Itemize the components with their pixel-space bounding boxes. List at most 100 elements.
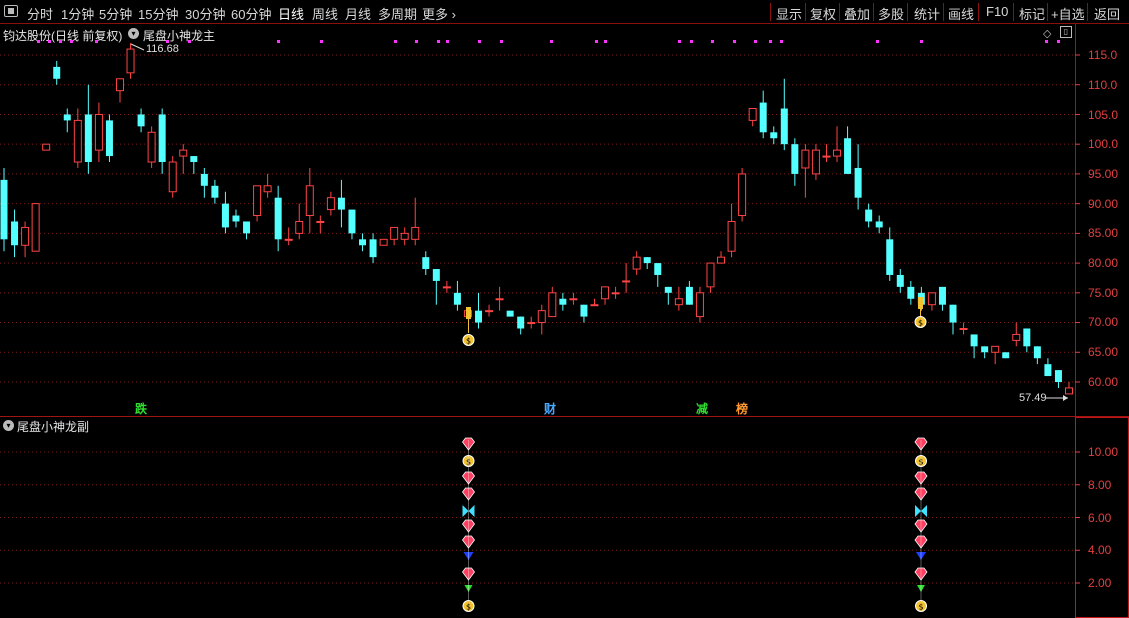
candle-body-up bbox=[326, 197, 335, 211]
signal-dot bbox=[690, 40, 693, 43]
signal-dot bbox=[780, 40, 783, 43]
signal-dot bbox=[500, 40, 503, 43]
candle-body-up bbox=[632, 256, 641, 270]
candle-body-down bbox=[780, 108, 788, 145]
candle-body-up bbox=[400, 232, 409, 240]
candle-body-down bbox=[369, 239, 377, 258]
candle-body-down bbox=[949, 304, 957, 323]
signal-bar bbox=[466, 307, 471, 319]
signal-dot bbox=[394, 40, 397, 43]
candle-body-down bbox=[1044, 364, 1052, 377]
candle-body-down bbox=[1002, 352, 1010, 359]
signal-dot bbox=[437, 40, 440, 43]
candle-body-down bbox=[432, 269, 440, 281]
candle-body-down bbox=[886, 239, 894, 275]
candle-body-up bbox=[727, 220, 736, 252]
candle-body-down bbox=[422, 257, 430, 270]
candle-body-up bbox=[295, 220, 304, 234]
candle-body-up bbox=[495, 298, 504, 301]
signal-dot bbox=[48, 40, 51, 43]
candle-body-down bbox=[654, 263, 662, 275]
signal-dot bbox=[769, 40, 772, 43]
candle-body-down bbox=[337, 197, 345, 210]
signal-dot bbox=[711, 40, 714, 43]
candle-body-down bbox=[970, 334, 978, 347]
low-arrow-head bbox=[1063, 395, 1068, 401]
candle-body-down bbox=[475, 310, 483, 323]
signal-dot bbox=[1057, 40, 1060, 43]
candle-body-down bbox=[938, 286, 946, 305]
candle-body-up bbox=[527, 322, 536, 325]
candle-body-down bbox=[896, 274, 904, 287]
candle-body-down bbox=[359, 239, 367, 246]
signal-bar bbox=[918, 297, 923, 309]
candle-body-up bbox=[73, 119, 82, 163]
candle-body-up bbox=[959, 327, 968, 330]
candle-body-down bbox=[1033, 346, 1041, 359]
candle-body-down bbox=[643, 257, 651, 264]
signal-dot bbox=[37, 40, 40, 43]
candle-body-down bbox=[84, 114, 92, 163]
candle-body-down bbox=[158, 114, 166, 163]
signal-dot bbox=[188, 40, 191, 43]
candle-body-up bbox=[115, 78, 124, 92]
candle-body-up bbox=[126, 48, 135, 74]
candle-body-up bbox=[537, 310, 546, 324]
signal-dot bbox=[1045, 40, 1048, 43]
candle-body-down bbox=[907, 286, 915, 299]
candle-body-up bbox=[811, 149, 820, 175]
candle-body-down bbox=[11, 221, 19, 246]
candle-body-up bbox=[305, 185, 314, 217]
candle-body-down bbox=[506, 310, 514, 317]
candle-body-down bbox=[53, 66, 61, 79]
candle-body-up bbox=[622, 280, 631, 283]
candle-body-down bbox=[453, 292, 461, 305]
candle-body-up bbox=[390, 226, 399, 240]
signal-dot bbox=[59, 40, 62, 43]
candle-body-down bbox=[981, 346, 989, 353]
candle-body-up bbox=[590, 304, 599, 307]
signal-dot bbox=[478, 40, 481, 43]
candle-body-up bbox=[706, 262, 715, 288]
candle-body-up bbox=[991, 345, 1000, 353]
candle-body-down bbox=[190, 156, 198, 163]
candle-body-up bbox=[94, 113, 103, 151]
candle-body-down bbox=[580, 304, 588, 317]
candle-body-up bbox=[179, 149, 188, 157]
candle-body-up bbox=[1065, 387, 1073, 395]
candle-body-down bbox=[854, 167, 862, 198]
signal-dot bbox=[733, 40, 736, 43]
signal-dot bbox=[754, 40, 757, 43]
candle-body-down bbox=[770, 132, 778, 139]
candle-body-up bbox=[379, 238, 388, 246]
candle-body-down bbox=[517, 316, 525, 329]
candle-body-up bbox=[42, 143, 51, 151]
candle-body-down bbox=[274, 197, 282, 240]
candle-body-down bbox=[791, 144, 799, 174]
candle-body-down bbox=[63, 114, 71, 121]
money-bag-icon-glyph: $ bbox=[466, 337, 471, 346]
candle-body-down bbox=[221, 203, 229, 228]
signal-dot bbox=[320, 40, 323, 43]
candle-body-up bbox=[748, 108, 757, 121]
candle-body-up bbox=[168, 161, 177, 193]
candle-body-down bbox=[200, 173, 208, 186]
signal-dot bbox=[95, 40, 98, 43]
candle-body-down bbox=[844, 138, 852, 174]
candle-body-up bbox=[601, 286, 610, 300]
candle-body-down bbox=[1054, 370, 1062, 382]
money-bag-icon-glyph: $ bbox=[466, 603, 471, 612]
signal-dot bbox=[446, 40, 449, 43]
kline-chart[interactable]: $$ $$$$ bbox=[0, 0, 1129, 618]
candle-body-down bbox=[664, 286, 672, 293]
candle-body-down bbox=[211, 185, 219, 198]
signal-dot bbox=[595, 40, 598, 43]
candle-body-up bbox=[284, 238, 293, 241]
candle-body-down bbox=[105, 120, 113, 157]
candle-body-down bbox=[232, 215, 240, 222]
signal-dot bbox=[678, 40, 681, 43]
signal-dot bbox=[166, 40, 169, 43]
candle-body-up bbox=[263, 185, 272, 193]
candle-body-up bbox=[569, 298, 578, 301]
candle-body-down bbox=[0, 179, 8, 240]
